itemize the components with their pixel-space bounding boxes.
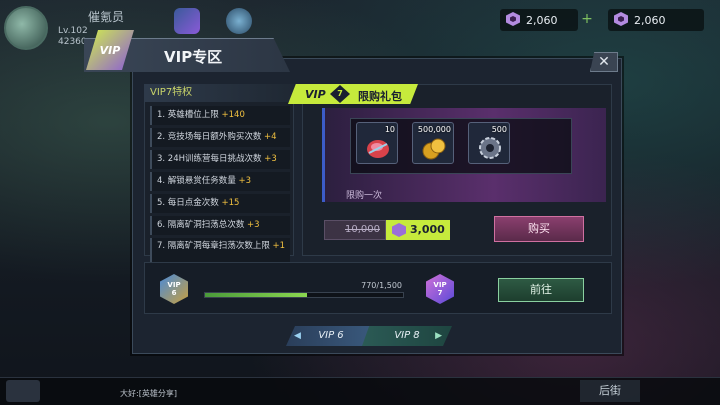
privileges-title: VIP7特权 — [144, 84, 294, 102]
privilege-text: 2. 竞技场每日额外购买次数 — [157, 132, 265, 142]
player-avatar[interactable] — [4, 6, 48, 50]
gem-icon — [367, 140, 389, 158]
privilege-item: 6. 隔离矿洞扫荡总次数 +3 — [150, 216, 290, 235]
back-street-button[interactable]: 后街 — [580, 380, 640, 402]
next-vip-button[interactable]: VIP 8 ▶ — [362, 326, 452, 346]
privileges-list: 1. 英雄槽位上限 +140 2. 竞技场每日额外购买次数 +4 3. 24H训… — [150, 106, 290, 269]
currency-value: 2,060 — [634, 13, 666, 27]
currency-gems-1[interactable]: 2,060 — [500, 9, 578, 31]
reward-item-gear[interactable]: 500 — [468, 122, 510, 164]
player-power: 42360 — [58, 37, 87, 47]
currency-gems-2[interactable]: 2,060 — [608, 9, 704, 31]
dialog-title: VIP专区 — [164, 48, 223, 66]
player-level: Lv.102 — [58, 26, 88, 36]
privilege-value: +1 — [272, 241, 286, 251]
vip-word: VIP — [167, 281, 181, 289]
buy-button[interactable]: 购买 — [494, 216, 584, 242]
privilege-value: +3 — [238, 176, 252, 186]
goto-button[interactable]: 前往 — [498, 278, 584, 302]
vip-progress-fill — [205, 293, 307, 297]
close-button[interactable]: ✕ — [590, 52, 618, 72]
gift-vip-label: VIP — [305, 88, 326, 101]
player-name: 催氪员 — [88, 10, 125, 24]
reward-item-gem[interactable]: 10 — [356, 122, 398, 164]
close-icon: ✕ — [598, 54, 610, 70]
privilege-text: 7. 隔离矿洞每章扫荡次数上限 — [157, 241, 273, 251]
next-vip-label: VIP 8 — [394, 330, 420, 341]
gem-icon — [614, 12, 628, 26]
gem-icon — [506, 12, 520, 26]
privilege-text: 5. 每日点金次数 — [157, 198, 222, 208]
vip-progress-bar — [204, 292, 404, 298]
reward-count: 500 — [491, 125, 507, 134]
chat-message[interactable]: 大好:[英雄分享] — [120, 388, 177, 399]
gift-title: 限购礼包 — [358, 90, 402, 103]
reward-item-gold[interactable]: 500,000 — [412, 122, 454, 164]
privilege-text: 6. 隔离矿洞扫荡总次数 — [157, 220, 248, 230]
gold-coin-icon — [422, 138, 446, 160]
current-vip-level: 6 — [171, 289, 177, 297]
privilege-value: +4 — [264, 132, 277, 142]
chat-icon[interactable] — [6, 380, 40, 402]
privilege-text: 3. 24H训练营每日挑战次数 — [157, 154, 265, 164]
privilege-text: 1. 英雄槽位上限 — [157, 110, 222, 120]
next-vip-level: 7 — [437, 289, 443, 297]
vip-hud-icon[interactable] — [174, 8, 200, 34]
privilege-value: +3 — [247, 220, 260, 230]
chevron-right-icon: ▶ — [435, 331, 442, 341]
vip-word: VIP — [433, 281, 447, 289]
privilege-item: 3. 24H训练营每日挑战次数 +3 — [150, 150, 290, 169]
add-currency-button[interactable]: + — [580, 12, 594, 26]
reward-count: 500,000 — [417, 125, 451, 134]
currency-value: 2,060 — [526, 13, 558, 27]
privilege-text: 4. 解锁悬赏任务数量 — [157, 176, 239, 186]
privilege-value: +3 — [264, 154, 277, 164]
gear-icon — [479, 137, 501, 159]
achievement-icon[interactable] — [226, 8, 252, 34]
privilege-value: +15 — [221, 198, 240, 208]
prev-vip-button[interactable]: ◀ VIP 6 — [286, 326, 376, 346]
chevron-left-icon: ◀ — [294, 331, 301, 341]
privilege-value: +140 — [221, 110, 245, 120]
privilege-item: 2. 竞技场每日额外购买次数 +4 — [150, 128, 290, 147]
privilege-item: 4. 解锁悬赏任务数量 +3 — [150, 172, 290, 191]
privilege-item: 1. 英雄槽位上限 +140 — [150, 106, 290, 125]
vip-progress-text: 770/1,500 — [361, 281, 402, 290]
privilege-item: 5. 每日点金次数 +15 — [150, 194, 290, 213]
purchase-limit-text: 限购一次 — [346, 191, 383, 201]
prev-vip-label: VIP 6 — [318, 330, 344, 341]
vip-badge-label: VIP — [99, 43, 121, 57]
reward-count: 10 — [384, 125, 395, 134]
original-price: 10,000 — [324, 220, 386, 240]
